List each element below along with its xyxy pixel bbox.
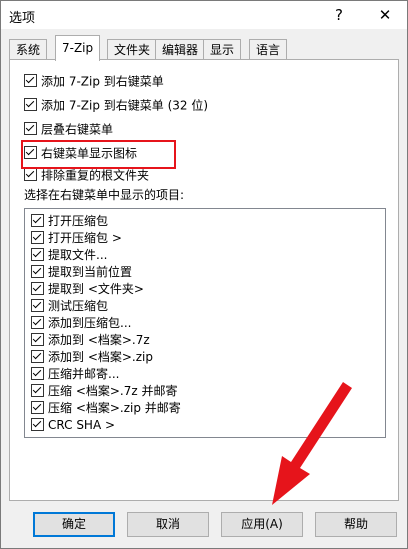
close-icon[interactable]: ✕ — [363, 1, 407, 29]
list-item-label: 压缩 <档案>.zip 并邮寄 — [48, 401, 181, 415]
apply-button[interactable]: 应用(A) — [221, 512, 303, 537]
option-cascaded-menu[interactable]: 层叠右键菜单 — [24, 120, 113, 138]
checkmark-icon[interactable] — [24, 98, 37, 111]
checkmark-icon[interactable] — [31, 231, 44, 244]
list-item-label: 提取到当前位置 — [48, 265, 133, 279]
list-item[interactable]: 提取文件... — [31, 247, 107, 264]
window-title: 选项 — [9, 11, 36, 26]
list-item[interactable]: 打开压缩包 — [31, 213, 108, 230]
checkmark-icon[interactable] — [31, 248, 44, 261]
option-label: 添加 7-Zip 到右键菜单 — [41, 74, 164, 89]
list-item[interactable]: 测试压缩包 — [31, 298, 108, 315]
option-label: 层叠右键菜单 — [41, 122, 114, 137]
tab-panel-7zip: 添加 7-Zip 到右键菜单 添加 7-Zip 到右键菜单 (32 位) 层叠右… — [9, 59, 399, 501]
list-item[interactable]: 添加到 <档案>.zip — [31, 349, 153, 366]
help-button[interactable]: 帮助 — [315, 512, 397, 537]
cancel-button[interactable]: 取消 — [127, 512, 209, 537]
list-item[interactable]: 提取到当前位置 — [31, 264, 132, 281]
list-item-label: 提取文件... — [48, 248, 108, 262]
tab-system[interactable]: 系统 — [9, 39, 48, 60]
checkmark-icon[interactable] — [31, 282, 44, 295]
checkmark-icon[interactable] — [31, 350, 44, 363]
checkmark-icon[interactable] — [24, 122, 37, 135]
list-item[interactable]: CRC SHA > — [31, 417, 115, 434]
list-item-label: 测试压缩包 — [48, 299, 109, 313]
list-item-label: CRC SHA > — [48, 418, 116, 432]
tab-language[interactable]: 语言 — [249, 39, 288, 60]
list-item[interactable]: 打开压缩包 > — [31, 230, 122, 247]
title-bar: 选项 ? ✕ — [1, 1, 407, 29]
tab-folders[interactable]: 文件夹 — [107, 39, 158, 60]
checkmark-icon[interactable] — [31, 299, 44, 312]
list-item-label: 添加到 <档案>.zip — [48, 350, 153, 364]
context-menu-items-list[interactable]: 打开压缩包 打开压缩包 > 提取文件... 提取到当前位置 提取到 <文件夹> … — [24, 208, 386, 438]
checkmark-icon[interactable] — [31, 401, 44, 414]
tab-7zip[interactable]: 7-Zip — [55, 35, 101, 61]
list-item[interactable]: 压缩 <档案>.7z 并邮寄 — [31, 383, 178, 400]
checkmark-icon[interactable] — [31, 214, 44, 227]
option-context-menu[interactable]: 添加 7-Zip 到右键菜单 — [24, 72, 164, 90]
option-context-menu-32bit[interactable]: 添加 7-Zip 到右键菜单 (32 位) — [24, 96, 208, 114]
option-label: 排除重复的根文件夹 — [41, 168, 150, 183]
list-item-label: 打开压缩包 > — [48, 231, 122, 245]
list-item[interactable]: 添加到 <档案>.7z — [31, 332, 150, 349]
list-item[interactable]: 压缩并邮寄... — [31, 366, 119, 383]
checkmark-icon[interactable] — [24, 168, 37, 181]
list-item-label: 压缩并邮寄... — [48, 367, 120, 381]
options-dialog: 选项 ? ✕ 系统 7-Zip 文件夹 编辑器 显示 语言 添加 7-Zip 到… — [0, 0, 408, 549]
list-item-label: 压缩 <档案>.7z 并邮寄 — [48, 384, 178, 398]
annotation-highlight-box — [21, 140, 176, 169]
list-item[interactable]: 压缩 <档案>.zip 并邮寄 — [31, 400, 181, 417]
checkmark-icon[interactable] — [31, 418, 44, 431]
list-item-label: 添加到压缩包... — [48, 316, 132, 330]
list-caption: 选择在右键菜单中显示的项目: — [24, 188, 185, 202]
list-item-label: 提取到 <文件夹> — [48, 282, 144, 296]
checkmark-icon[interactable] — [31, 316, 44, 329]
checkmark-icon[interactable] — [31, 367, 44, 380]
option-label: 添加 7-Zip 到右键菜单 (32 位) — [41, 98, 209, 113]
checkmark-icon[interactable] — [31, 333, 44, 346]
tab-display[interactable]: 显示 — [203, 39, 242, 60]
checkmark-icon[interactable] — [31, 384, 44, 397]
list-item[interactable]: 提取到 <文件夹> — [31, 281, 144, 298]
list-item-label: 打开压缩包 — [48, 214, 109, 228]
checkmark-icon[interactable] — [31, 265, 44, 278]
ok-button[interactable]: 确定 — [33, 512, 115, 537]
checkmark-icon[interactable] — [24, 74, 37, 87]
list-item[interactable]: 添加到压缩包... — [31, 315, 131, 332]
tab-editor[interactable]: 编辑器 — [155, 39, 206, 60]
help-icon[interactable]: ? — [317, 1, 361, 29]
list-item-label: 添加到 <档案>.7z — [48, 333, 150, 347]
